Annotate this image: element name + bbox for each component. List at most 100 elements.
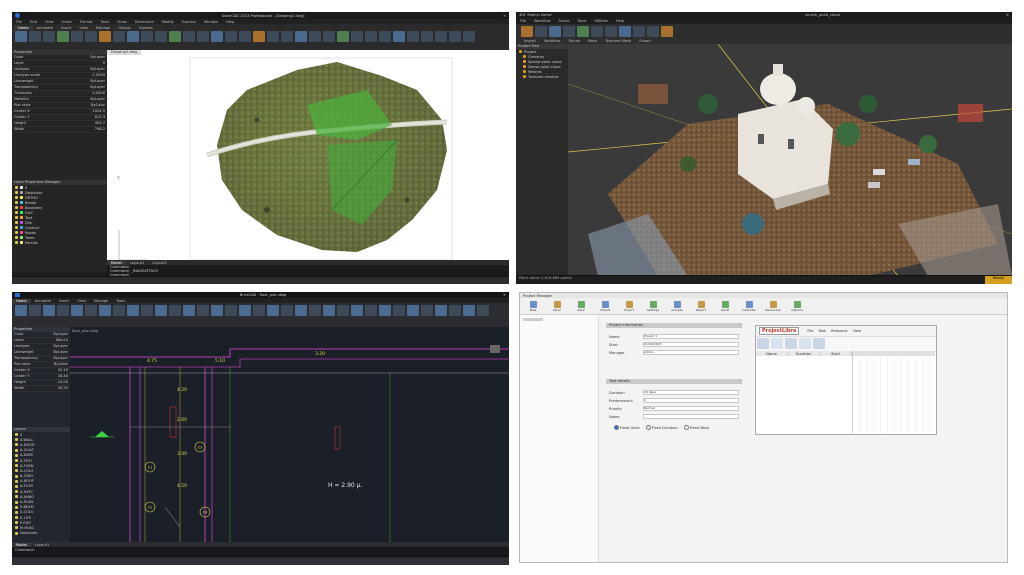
toolbar-button[interactable]: Gantt xyxy=(716,300,734,312)
toolbar-button[interactable]: Report xyxy=(692,300,710,312)
embedded-tab[interactable]: View xyxy=(853,329,862,333)
trim-tool-button[interactable] xyxy=(141,31,153,42)
arc-tool-button[interactable] xyxy=(57,31,69,42)
layer-on-icon[interactable] xyxy=(15,464,18,468)
toolbar-button[interactable]: Settings xyxy=(644,300,662,312)
lwt-tool-button[interactable] xyxy=(477,305,489,316)
toolbar-button[interactable]: Options xyxy=(788,300,806,312)
rect-tool-button[interactable] xyxy=(71,305,83,316)
grid-tool-button[interactable] xyxy=(421,305,433,316)
layer-on-icon[interactable] xyxy=(15,211,18,214)
radio-button[interactable] xyxy=(683,425,689,430)
layer-on-icon[interactable] xyxy=(15,186,18,189)
ribbon-tab[interactable]: View xyxy=(75,26,92,30)
toolbar-button[interactable]: Import xyxy=(596,300,614,312)
hatch-tool-button[interactable] xyxy=(351,31,363,42)
ribbon-tab[interactable]: View xyxy=(73,299,90,303)
dense-button[interactable] xyxy=(549,26,561,37)
close-icon[interactable]: ✕ xyxy=(503,14,506,18)
measure-tool-button[interactable] xyxy=(281,305,293,316)
radio-option[interactable]: Fixed Work xyxy=(683,425,709,430)
ribbon-tab[interactable]: Insert xyxy=(55,299,73,303)
text-tool-button[interactable] xyxy=(197,31,209,42)
layout-tab[interactable]: Layout1 xyxy=(31,543,54,547)
property-row[interactable]: Width 798.2 xyxy=(12,127,107,133)
toolbar-button[interactable]: Save xyxy=(572,300,590,312)
arc-tool-button[interactable] xyxy=(57,305,69,316)
purge-tool-button[interactable] xyxy=(365,305,377,316)
layer-on-icon[interactable] xyxy=(15,191,18,194)
grid-column-header[interactable]: Duration xyxy=(788,351,820,356)
resource-button[interactable] xyxy=(771,338,783,349)
layer-on-icon[interactable] xyxy=(15,510,18,514)
layer-on-icon[interactable] xyxy=(15,479,18,483)
measure-tool-button[interactable] xyxy=(267,31,279,42)
ribbon-tab[interactable]: Home xyxy=(14,25,33,30)
layer-color-swatch[interactable] xyxy=(20,231,23,234)
dim-tool-button[interactable] xyxy=(211,31,223,42)
ribbon-tab[interactable]: Annotate xyxy=(31,299,55,303)
snap-tool-button[interactable] xyxy=(421,31,433,42)
scale-tool-button[interactable] xyxy=(127,31,139,42)
text-input[interactable]: 01/02/2023 xyxy=(643,342,739,347)
polyline-tool-button[interactable] xyxy=(29,305,41,316)
layer-on-icon[interactable] xyxy=(15,443,18,447)
layer-on-icon[interactable] xyxy=(15,433,18,437)
array-tool-button[interactable] xyxy=(183,305,195,316)
match-tool-button[interactable] xyxy=(337,305,349,316)
layer-on-icon[interactable] xyxy=(15,495,18,499)
line-tool-button[interactable] xyxy=(15,305,27,316)
menu-item[interactable]: Tools xyxy=(574,19,591,23)
ribbon-tab[interactable]: Annotate xyxy=(33,26,57,30)
3d-viewport[interactable] xyxy=(567,43,1012,277)
polar-tool-button[interactable] xyxy=(449,305,461,316)
calendar-button[interactable] xyxy=(799,338,811,349)
trim-tool-button[interactable] xyxy=(155,305,167,316)
layer-on-icon[interactable] xyxy=(15,438,18,442)
menu-item[interactable]: Tools xyxy=(97,20,114,24)
pan-tool-button[interactable] xyxy=(463,31,475,42)
filter-button[interactable] xyxy=(661,26,673,37)
menu-item[interactable]: Insert xyxy=(58,20,76,24)
import-button[interactable] xyxy=(521,26,533,37)
layer-on-icon[interactable] xyxy=(15,236,18,239)
text-input[interactable]: 10 days xyxy=(643,390,739,395)
circle-tool-button[interactable] xyxy=(43,31,55,42)
line-tool-button[interactable] xyxy=(15,31,27,42)
utility-tool-button[interactable] xyxy=(337,31,349,42)
ribbon-tab[interactable]: Express xyxy=(135,26,157,30)
dim-tool-button[interactable] xyxy=(197,305,209,316)
rotate-tool-button[interactable] xyxy=(127,305,139,316)
toolbar-button[interactable]: Resources xyxy=(764,300,782,312)
embedded-tab[interactable]: File xyxy=(807,329,813,333)
nav-item[interactable] xyxy=(523,318,543,321)
layer-row[interactable]: Parcels xyxy=(12,240,107,245)
property-row[interactable]: Width 20.55 xyxy=(12,386,70,392)
text-input[interactable]: Admin xyxy=(643,350,739,355)
texture-button[interactable] xyxy=(577,26,589,37)
layer-on-icon[interactable] xyxy=(15,474,18,478)
mirror-tool-button[interactable] xyxy=(113,31,125,42)
clipboard-tool-button[interactable] xyxy=(309,305,321,316)
layout-tab[interactable]: Model xyxy=(12,542,31,547)
menu-item[interactable]: Help xyxy=(222,20,238,24)
workflow-button[interactable] xyxy=(535,26,547,37)
text-input[interactable]: Normal xyxy=(643,406,739,411)
menu-item[interactable]: Scene xyxy=(555,19,574,23)
scale-tool-button[interactable] xyxy=(141,305,153,316)
mesh-button[interactable] xyxy=(563,26,575,37)
utility-tool-button[interactable] xyxy=(351,305,363,316)
document-tab[interactable]: floor_plan.dwg xyxy=(72,329,98,333)
render-button[interactable] xyxy=(605,26,617,37)
layout-tab[interactable]: Layout1 xyxy=(126,261,149,265)
layout-tab[interactable]: Model xyxy=(107,260,126,265)
layer-on-icon[interactable] xyxy=(15,505,18,509)
close-icon[interactable]: ✕ xyxy=(1006,13,1009,17)
layer-color-swatch[interactable] xyxy=(20,211,23,214)
menu-item[interactable]: Edit xyxy=(26,20,41,24)
layout-tab[interactable]: Layout2 xyxy=(148,261,171,265)
osnap-tool-button[interactable] xyxy=(463,305,475,316)
paste-tool-button[interactable] xyxy=(309,31,321,42)
menu-item[interactable]: Express xyxy=(178,20,200,24)
properties-tool-button[interactable] xyxy=(393,31,405,42)
